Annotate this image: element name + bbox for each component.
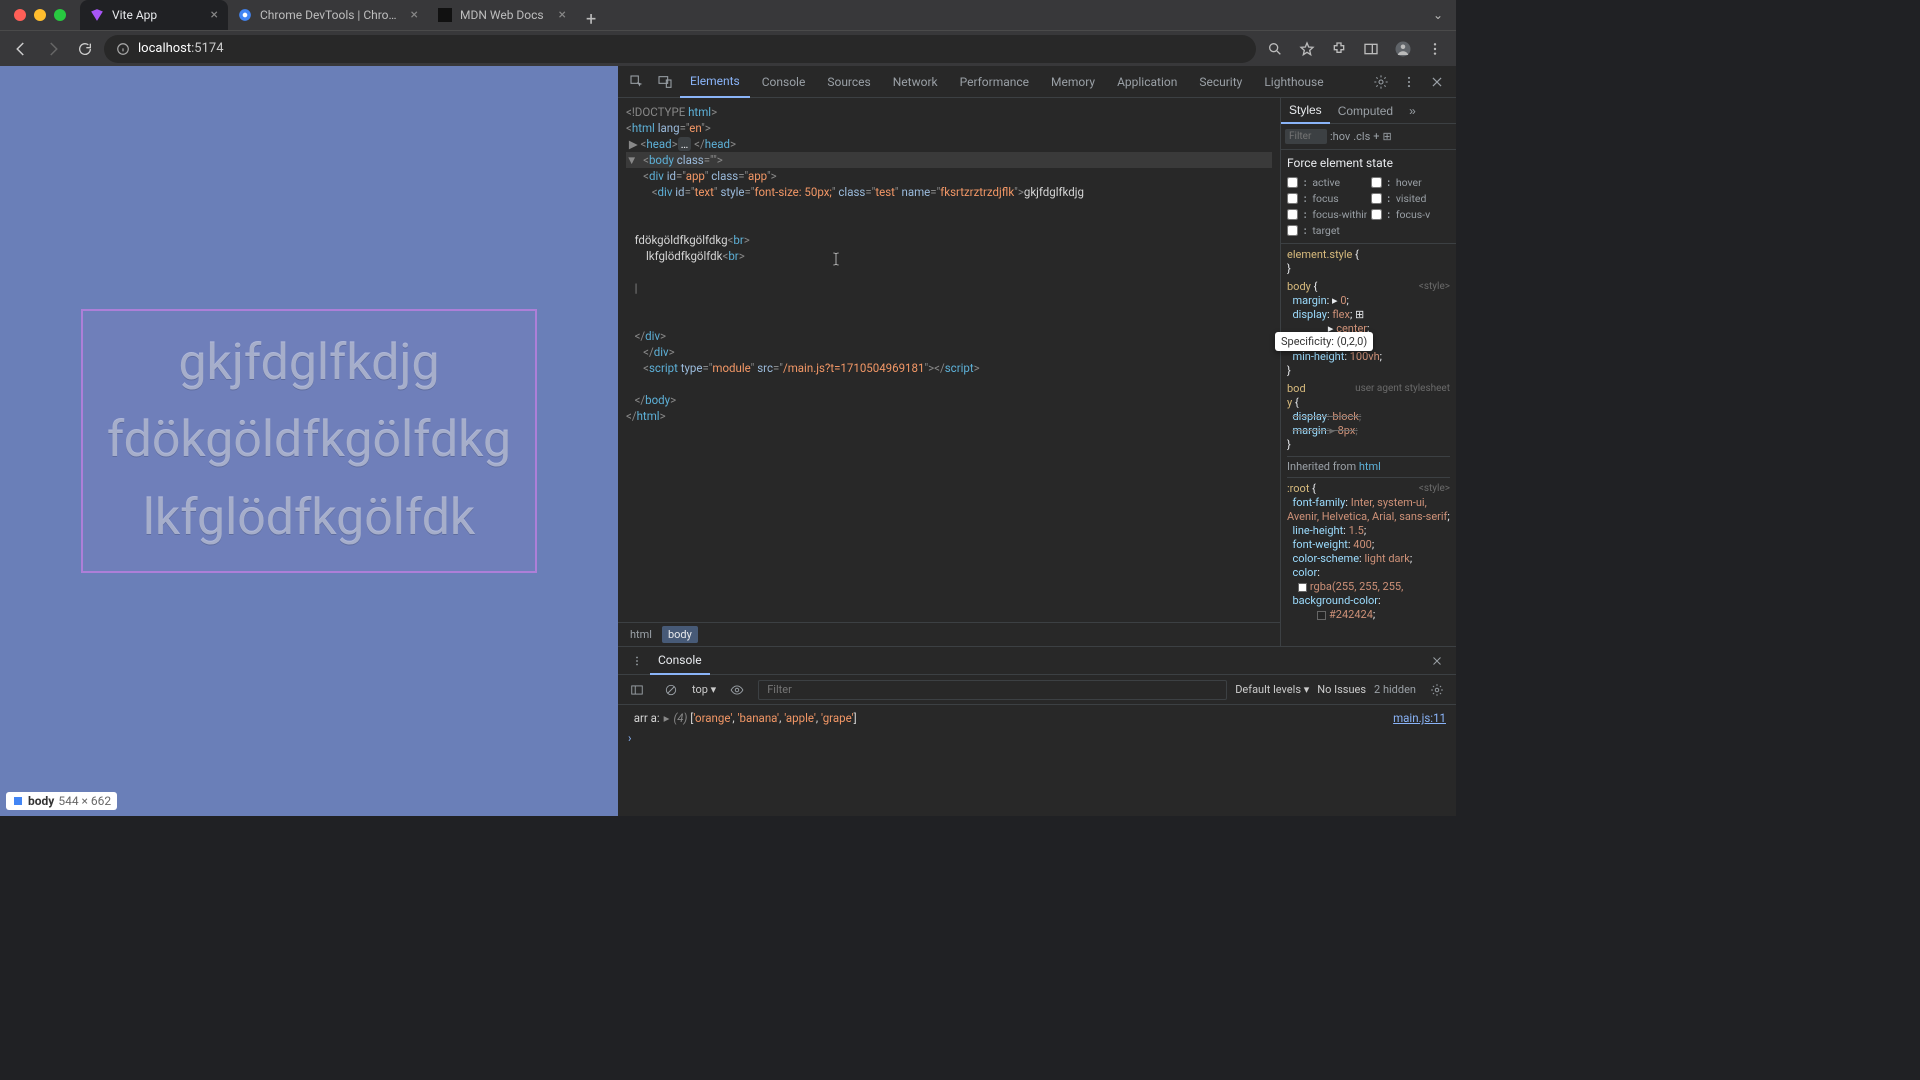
new-tab-button[interactable]: + [576,9,606,30]
search-icon[interactable] [1262,36,1288,62]
text-cursor-icon [828,250,844,268]
close-icon[interactable]: × [411,7,418,23]
vite-icon [90,8,104,22]
maximize-window-icon[interactable] [54,9,66,21]
text-line: fdökgöldfkgölfdkg [107,402,511,480]
inspect-icon[interactable] [624,69,650,95]
dom-breadcrumbs[interactable]: html body [618,622,1280,646]
state-focus-visible[interactable]: :focus-v [1371,208,1451,221]
tab-memory[interactable]: Memory [1041,66,1105,98]
close-icon[interactable]: × [211,7,218,23]
style-rules[interactable]: element.style {} <style>body { margin: ▸… [1281,244,1456,646]
elements-pane[interactable]: <!DOCTYPE html> <html lang="en"> ▶ <head… [618,98,1280,646]
issues-badge[interactable]: No Issues [1317,683,1366,696]
tab-overflow-icon[interactable]: ⌄ [1428,8,1448,22]
tab-lighthouse[interactable]: Lighthouse [1254,66,1333,98]
dom-tree[interactable]: <!DOCTYPE html> <html lang="en"> ▶ <head… [618,98,1280,622]
cls-toggle[interactable]: .cls [1353,130,1370,143]
console-prompt[interactable]: › [628,731,1446,745]
tab-styles[interactable]: Styles [1281,98,1330,124]
more-icon[interactable] [624,648,650,674]
tab-application[interactable]: Application [1107,66,1187,98]
devtools-panel: Elements Console Sources Network Perform… [618,66,1456,816]
breadcrumb[interactable]: html [624,626,658,643]
state-visited[interactable]: :visited [1371,192,1451,205]
traffic-lights [8,9,72,21]
minimize-window-icon[interactable] [34,9,46,21]
more-icon[interactable]: » [1401,98,1424,124]
tab-performance[interactable]: Performance [950,66,1039,98]
tab-console[interactable]: Console [752,66,816,98]
tab-computed[interactable]: Computed [1330,98,1401,124]
close-icon[interactable]: × [559,7,566,23]
close-devtools-icon[interactable] [1424,69,1450,95]
site-info-icon[interactable] [116,42,130,56]
new-rule-icon[interactable]: + [1373,130,1379,143]
state-active[interactable]: :active [1287,176,1367,189]
devtools-tabs: Elements Console Sources Network Perform… [618,66,1456,98]
sidebar-toggle-icon[interactable] [624,677,650,703]
console-log-entry[interactable]: arr a: ▸ (4) ['orange', 'banana', 'apple… [628,711,1446,725]
hov-toggle[interactable]: :hov [1330,130,1350,143]
close-drawer-icon[interactable] [1424,648,1450,674]
address-bar: localhost:5174 [0,30,1456,66]
tab-title: MDN Web Docs [460,8,551,22]
menu-icon[interactable] [1422,36,1448,62]
styles-pane: Styles Computed » :hov .cls + ⊞ Force el… [1280,98,1456,646]
mdn-icon [438,8,452,22]
profile-icon[interactable] [1390,36,1416,62]
highlighted-element: gkjfdglfkdjg fdökgöldfkgölfdkg lkfglödfk… [81,309,537,574]
badge-icon [12,795,24,807]
console-drawer: Console top ▾ Default levels ▾ No Issues… [618,646,1456,816]
browser-titlebar: Vite App × Chrome DevTools | Chrome × MD… [0,0,1456,30]
hidden-count[interactable]: 2 hidden [1374,683,1416,696]
chrome-icon [238,8,252,22]
console-settings-icon[interactable] [1424,677,1450,703]
clear-console-icon[interactable] [658,677,684,703]
text-line: lkfglödfkgölfdk [107,480,511,558]
eye-icon[interactable] [724,677,750,703]
side-panel-icon[interactable] [1358,36,1384,62]
console-filter-input[interactable] [758,680,1227,700]
tab-mdn[interactable]: MDN Web Docs × [428,0,576,30]
url-field[interactable]: localhost:5174 [104,35,1256,63]
forward-button[interactable] [40,36,66,62]
state-focus-within[interactable]: :focus-within [1287,208,1367,221]
close-window-icon[interactable] [14,9,26,21]
state-target[interactable]: :target [1287,224,1367,237]
page-viewport[interactable]: gkjfdglfkdjg fdökgöldfkgölfdkg lkfglödfk… [0,66,618,816]
tab-devtools-docs[interactable]: Chrome DevTools | Chrome × [228,0,428,30]
force-element-state: Force element state :active :hover :focu… [1281,150,1456,244]
tab-title: Vite App [112,8,203,22]
specificity-tooltip: Specificity: (0,2,0) [1275,332,1373,351]
extensions-icon[interactable] [1326,36,1352,62]
text-line: gkjfdglfkdjg [107,325,511,403]
device-icon[interactable]: ⊞ [1383,130,1392,143]
url-text: localhost:5174 [138,41,224,56]
tab-title: Chrome DevTools | Chrome [260,8,403,22]
element-size-badge: body 544 × 662 [6,792,117,810]
filter-input[interactable] [1285,129,1327,144]
tab-security[interactable]: Security [1189,66,1252,98]
more-icon[interactable] [1396,69,1422,95]
reload-button[interactable] [72,36,98,62]
device-toggle-icon[interactable] [652,69,678,95]
state-hover[interactable]: :hover [1371,176,1451,189]
settings-icon[interactable] [1368,69,1394,95]
state-focus[interactable]: :focus [1287,192,1367,205]
context-selector[interactable]: top ▾ [692,683,716,696]
tab-sources[interactable]: Sources [817,66,880,98]
levels-selector[interactable]: Default levels ▾ [1235,683,1309,696]
bookmark-icon[interactable] [1294,36,1320,62]
log-source-link[interactable]: main.js:11 [1393,711,1446,725]
tab-vite-app[interactable]: Vite App × [80,0,228,30]
breadcrumb[interactable]: body [662,626,698,643]
tab-network[interactable]: Network [883,66,948,98]
tab-elements[interactable]: Elements [680,66,750,98]
back-button[interactable] [8,36,34,62]
drawer-console-tab[interactable]: Console [650,647,710,675]
browser-tabs: Vite App × Chrome DevTools | Chrome × MD… [80,0,1428,30]
